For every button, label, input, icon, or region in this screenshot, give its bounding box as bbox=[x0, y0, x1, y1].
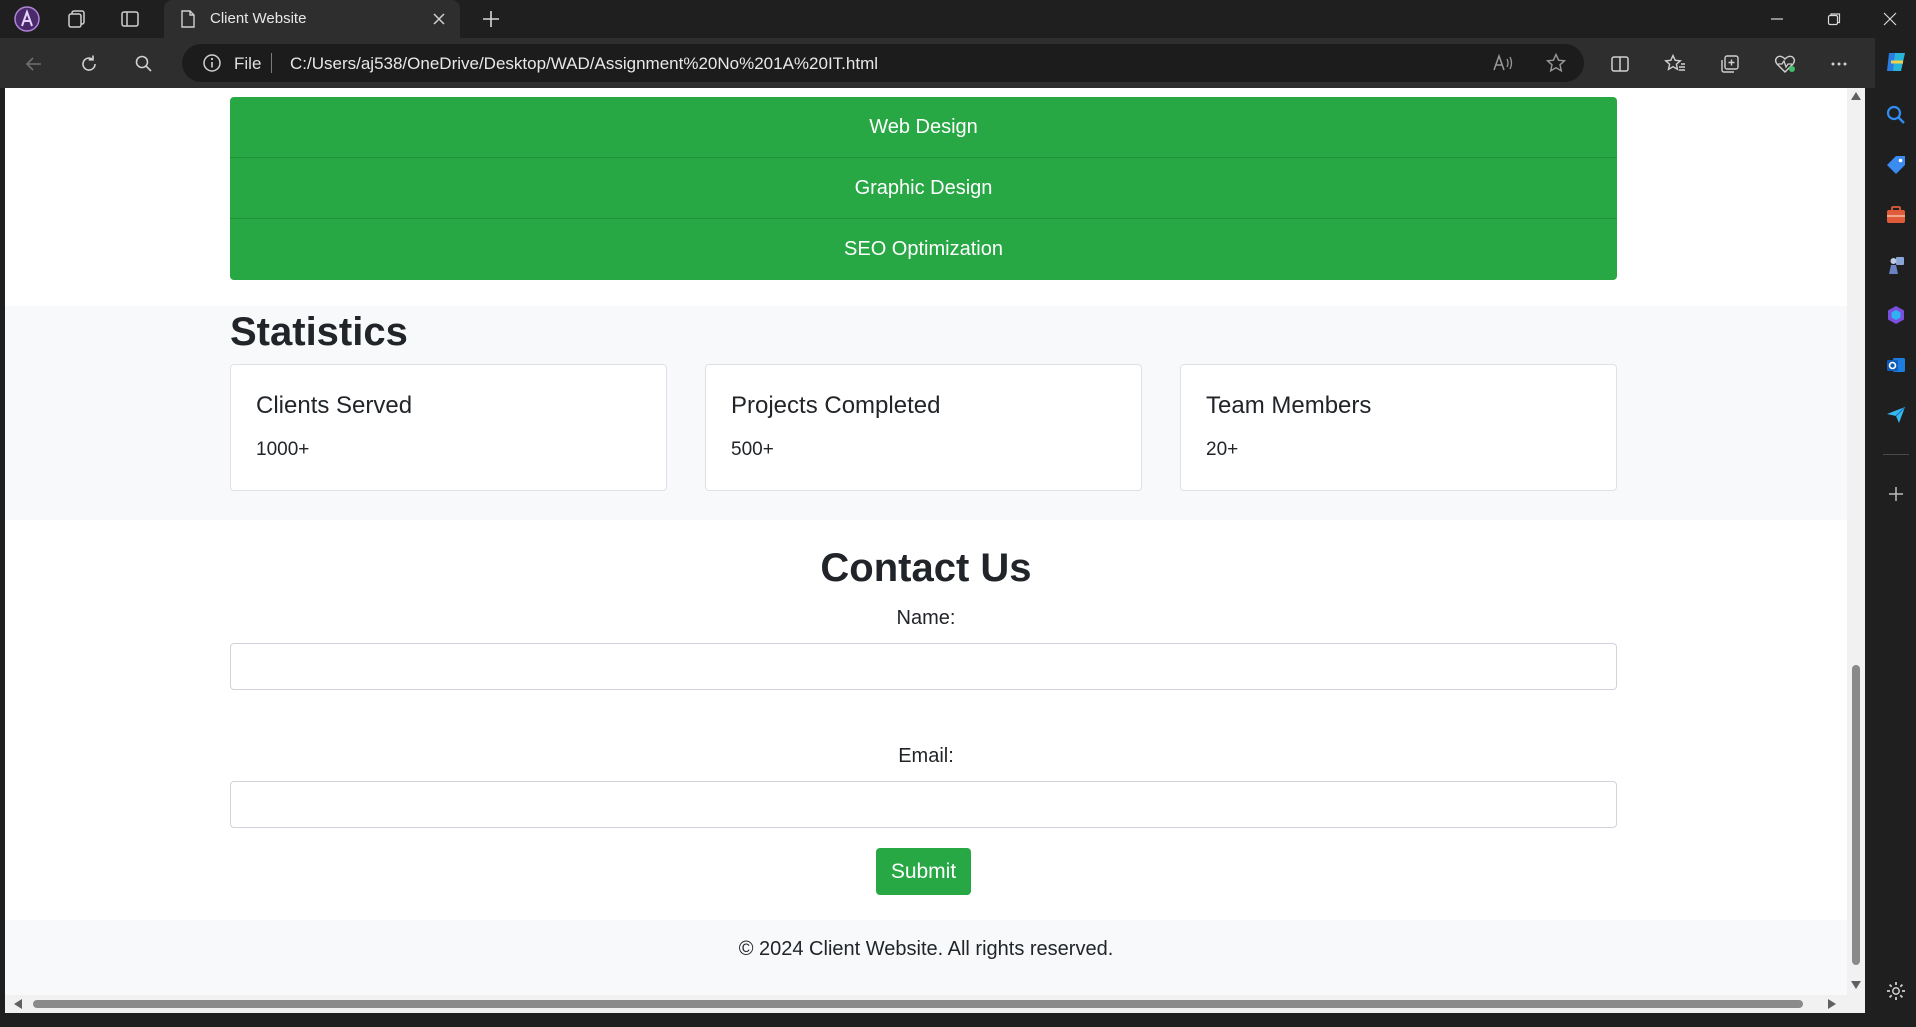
back-icon[interactable] bbox=[18, 48, 50, 80]
stat-card-projects: Projects Completed 500+ bbox=[705, 364, 1142, 491]
horizontal-scrollbar[interactable] bbox=[5, 995, 1865, 1013]
sidebar-settings-gear-icon[interactable] bbox=[1882, 977, 1910, 1005]
service-label: Graphic Design bbox=[854, 176, 993, 199]
read-aloud-icon[interactable] bbox=[1492, 53, 1514, 73]
page-viewport: Web Design Graphic Design SEO Optimizati… bbox=[5, 88, 1847, 995]
footer-text: © 2024 Client Website. All rights reserv… bbox=[738, 938, 1114, 960]
outlook-icon[interactable] bbox=[1882, 351, 1910, 379]
scroll-up-arrow-icon[interactable] bbox=[1851, 92, 1861, 100]
stat-card-value: 500+ bbox=[731, 439, 774, 460]
email-field[interactable] bbox=[230, 781, 1617, 828]
address-separator bbox=[271, 53, 272, 73]
copilot-icon[interactable] bbox=[1882, 48, 1910, 76]
tools-briefcase-icon[interactable] bbox=[1882, 201, 1910, 229]
stat-card-title: Team Members bbox=[1206, 392, 1372, 419]
url-text[interactable]: C:/Users/aj538/OneDrive/Desktop/WAD/Assi… bbox=[290, 54, 878, 74]
info-icon[interactable] bbox=[202, 53, 222, 73]
collections-icon[interactable] bbox=[1714, 48, 1746, 80]
active-tab[interactable]: Client Website bbox=[164, 0, 460, 38]
stat-card-value: 20+ bbox=[1206, 439, 1239, 460]
new-tab-icon[interactable] bbox=[476, 4, 506, 34]
stat-card-value: 1000+ bbox=[256, 439, 310, 460]
page-icon bbox=[180, 10, 196, 28]
microsoft-365-icon[interactable] bbox=[1882, 301, 1910, 329]
statistics-section: Statistics Clients Served 1000+ Projects… bbox=[5, 306, 1847, 520]
address-scheme-label: File bbox=[234, 54, 262, 73]
sidebar-divider bbox=[1883, 454, 1909, 455]
browser-toolbar: File C:/Users/aj538/OneDrive/Desktop/WAD… bbox=[0, 38, 1916, 88]
email-label: Email: bbox=[898, 745, 954, 767]
scroll-left-arrow-icon[interactable] bbox=[14, 999, 22, 1009]
contact-title: Contact Us bbox=[820, 546, 1032, 590]
submit-button[interactable]: Submit bbox=[876, 848, 971, 895]
name-label: Name: bbox=[896, 607, 956, 629]
sidebar-search-icon[interactable] bbox=[1882, 101, 1910, 129]
address-bar[interactable]: File C:/Users/aj538/OneDrive/Desktop/WAD… bbox=[182, 44, 1584, 82]
service-item-graphic-design: Graphic Design bbox=[230, 158, 1617, 219]
vertical-scrollbar[interactable] bbox=[1847, 88, 1865, 995]
window-bottom-edge bbox=[0, 1013, 1875, 1027]
settings-and-more-icon[interactable] bbox=[1823, 48, 1855, 80]
browser-essentials-icon[interactable] bbox=[1769, 48, 1801, 80]
scroll-right-arrow-icon[interactable] bbox=[1828, 999, 1836, 1009]
restore-icon[interactable] bbox=[1806, 0, 1862, 38]
edge-sidebar bbox=[1875, 38, 1916, 1027]
favorite-star-icon[interactable] bbox=[1546, 53, 1566, 73]
name-field[interactable] bbox=[230, 643, 1617, 690]
service-item-seo-optimization: SEO Optimization bbox=[230, 219, 1617, 280]
search-icon[interactable] bbox=[128, 48, 160, 80]
service-item-web-design: Web Design bbox=[230, 97, 1617, 158]
send-paper-plane-icon[interactable] bbox=[1882, 401, 1910, 429]
split-screen-icon[interactable] bbox=[1604, 48, 1636, 80]
stat-card-clients: Clients Served 1000+ bbox=[230, 364, 667, 491]
favorites-icon[interactable] bbox=[1659, 48, 1691, 80]
scroll-down-arrow-icon[interactable] bbox=[1851, 981, 1861, 989]
footer: © 2024 Client Website. All rights reserv… bbox=[5, 920, 1847, 995]
tab-title: Client Website bbox=[210, 10, 307, 27]
profile-avatar-icon[interactable] bbox=[12, 4, 42, 34]
statistics-title: Statistics bbox=[230, 310, 408, 354]
workspaces-icon[interactable] bbox=[62, 4, 92, 34]
stat-card-title: Clients Served bbox=[256, 392, 413, 419]
horizontal-scrollbar-thumb[interactable] bbox=[33, 1000, 1803, 1008]
add-sidebar-app-icon[interactable] bbox=[1882, 480, 1910, 508]
vertical-scrollbar-thumb[interactable] bbox=[1852, 665, 1860, 965]
games-icon[interactable] bbox=[1882, 251, 1910, 279]
minimize-icon[interactable] bbox=[1749, 0, 1805, 38]
browser-title-bar: Client Website bbox=[0, 0, 1916, 38]
service-label: Web Design bbox=[869, 115, 978, 138]
close-tab-icon[interactable] bbox=[428, 8, 450, 30]
refresh-icon[interactable] bbox=[73, 48, 105, 80]
stat-card-team: Team Members 20+ bbox=[1180, 364, 1617, 491]
close-window-icon[interactable] bbox=[1862, 0, 1916, 38]
tab-actions-icon[interactable] bbox=[115, 4, 145, 34]
stat-card-title: Projects Completed bbox=[731, 392, 941, 419]
shopping-tag-icon[interactable] bbox=[1882, 151, 1910, 179]
service-label: SEO Optimization bbox=[844, 238, 1003, 260]
